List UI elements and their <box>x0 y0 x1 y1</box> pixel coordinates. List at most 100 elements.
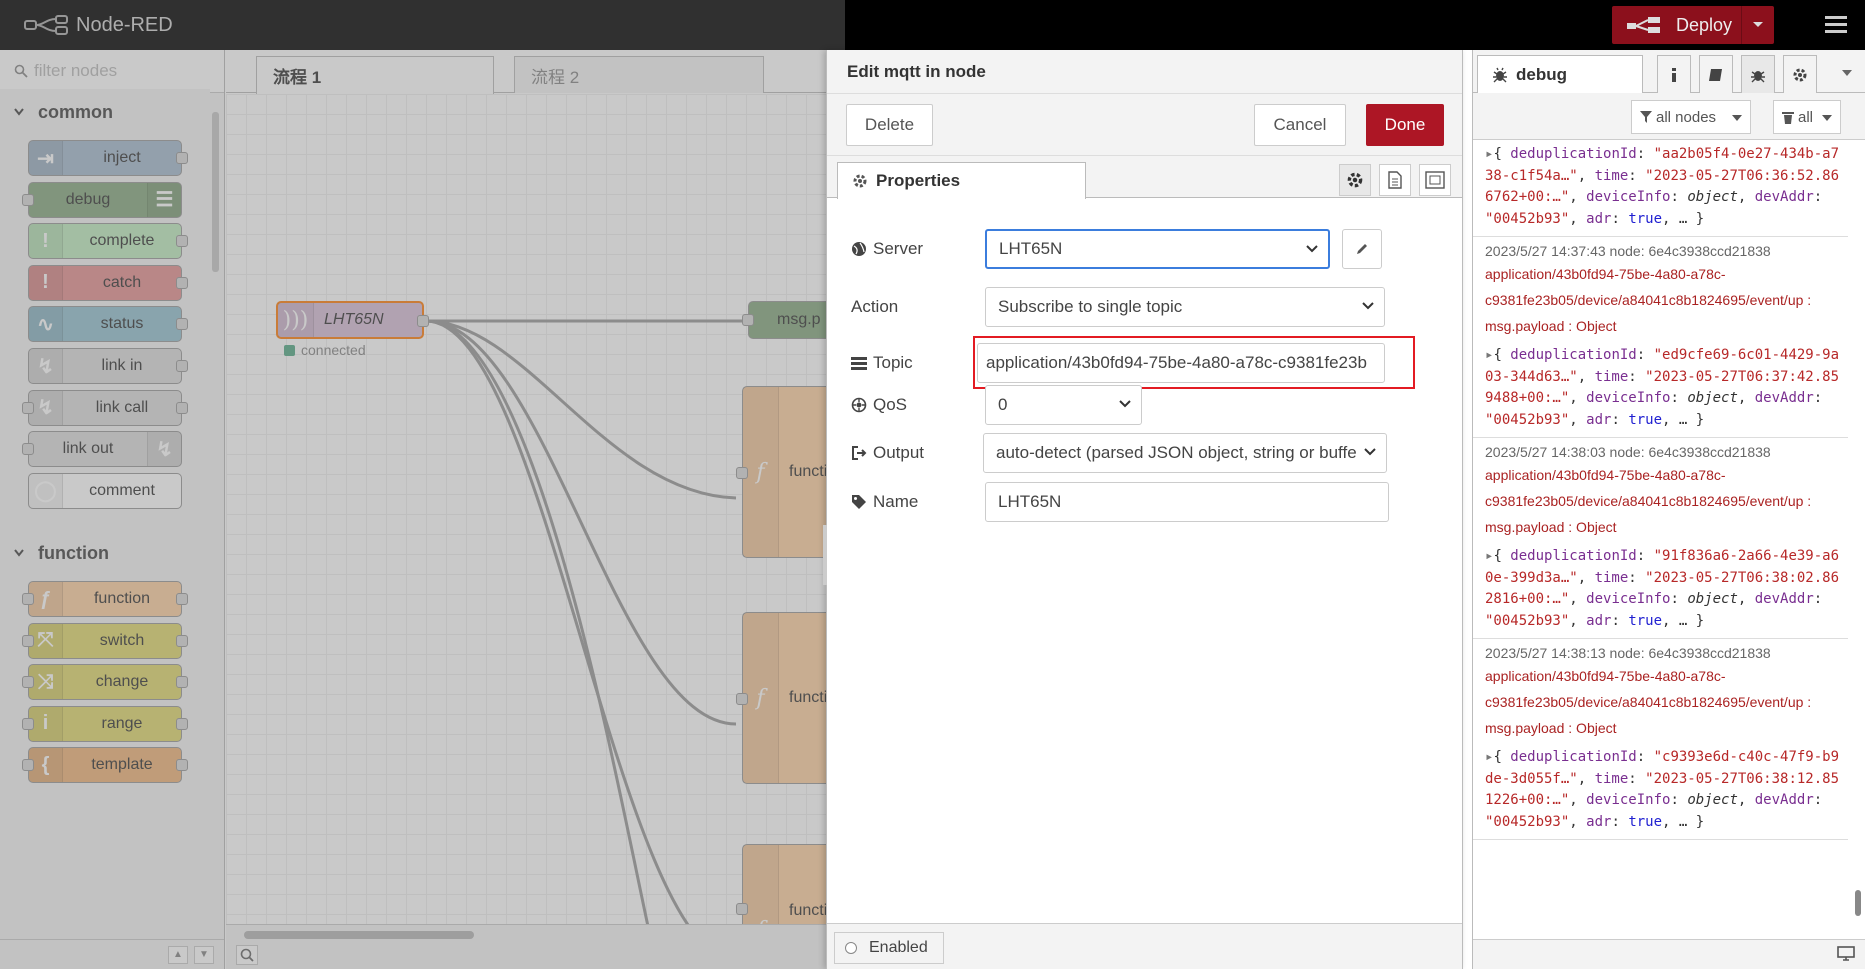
expand-caret-icon[interactable]: ▸ <box>1485 548 1493 564</box>
debug-message[interactable]: 2023/5/27 14:37:43 node: 6e4c3938ccd2183… <box>1473 237 1848 438</box>
done-button[interactable]: Done <box>1366 104 1444 146</box>
edit-server-button[interactable] <box>1342 229 1382 269</box>
payload-key: devAddr <box>1754 189 1814 205</box>
qos-value: 0 <box>998 395 1008 414</box>
server-row: Server LHT65N <box>851 228 1441 270</box>
tray-resize-handle[interactable] <box>823 525 827 585</box>
topic-label-text: Topic <box>873 353 913 372</box>
tab-debug-icon[interactable] <box>1741 55 1775 93</box>
debug-message-topic: application/43b0fd94-75be-4a80-a78c- <box>1485 668 1726 684</box>
debug-message[interactable]: ▸{ deduplicationId: "aa2b05f4-0e27-434b-… <box>1473 142 1848 237</box>
payload-key: deduplicationId <box>1510 146 1637 162</box>
tray-tabs: Properties <box>827 156 1462 199</box>
payload-value: "00452b93" <box>1485 411 1570 428</box>
modal-overlay <box>0 0 845 969</box>
payload-value: object <box>1687 591 1738 607</box>
gear-icon <box>853 174 867 188</box>
tab-appearance[interactable] <box>1419 164 1451 196</box>
action-row: Action Subscribe to single topic <box>851 286 1441 328</box>
debug-message-topic: msg.payload : Object <box>1485 720 1617 736</box>
payload-value: true <box>1628 813 1663 830</box>
debug-message-topic: application/43b0fd94-75be-4a80-a78c- <box>1485 467 1726 483</box>
server-label-text: Server <box>873 239 924 258</box>
appearance-icon <box>1425 171 1445 189</box>
payload-key: adr <box>1586 210 1612 227</box>
debug-message-topic: c9381fe23b05/device/a84041c8b1824695/eve… <box>1485 292 1812 308</box>
server-select[interactable]: LHT65N <box>985 229 1330 269</box>
tab-debug[interactable]: debug <box>1477 55 1643 94</box>
debug-message-topic: c9381fe23b05/device/a84041c8b1824695/eve… <box>1485 694 1812 710</box>
debug-message-topic: msg.payload : Object <box>1485 519 1617 535</box>
tasks-icon <box>851 357 867 370</box>
payload-key: deduplicationId <box>1510 749 1637 765</box>
payload-value: true <box>1628 210 1663 227</box>
expand-caret-icon[interactable]: ▸ <box>1485 749 1493 765</box>
debug-message-payload[interactable]: ▸{ deduplicationId: "ed9cfe69-6c01-4429-… <box>1473 339 1848 438</box>
toggle-circle-icon <box>845 942 857 954</box>
clear-label: all <box>1798 108 1814 126</box>
debug-message-payload[interactable]: ▸{ deduplicationId: "c9393e6d-c40c-47f9-… <box>1473 741 1848 840</box>
sidebar: debug all nodes all ▸{ deduplicationId: … <box>1472 50 1865 969</box>
chevron-down-icon <box>1306 245 1318 253</box>
tab-properties[interactable]: Properties <box>837 162 1086 199</box>
name-label: Name <box>851 492 985 512</box>
action-select[interactable]: Subscribe to single topic <box>985 287 1385 327</box>
output-row: Output auto-detect (parsed JSON object, … <box>851 432 1441 474</box>
payload-value: object <box>1687 792 1738 808</box>
topic-input[interactable]: application/43b0fd94-75be-4a80-a78c-c938… <box>977 343 1385 383</box>
caret-down-icon[interactable] <box>1841 68 1853 78</box>
qos-label-text: QoS <box>873 395 908 414</box>
payload-key: adr <box>1586 411 1612 428</box>
tab-help[interactable] <box>1699 55 1733 93</box>
scroll-thumb[interactable] <box>1855 890 1861 916</box>
tab-settings[interactable] <box>1339 164 1371 196</box>
enabled-toggle[interactable]: Enabled <box>834 932 944 964</box>
info-icon <box>1672 67 1676 82</box>
tab-info[interactable] <box>1657 55 1691 93</box>
desktop-icon[interactable] <box>1837 946 1855 962</box>
debug-message-payload[interactable]: ▸{ deduplicationId: "aa2b05f4-0e27-434b-… <box>1473 142 1848 237</box>
delete-button[interactable]: Delete <box>846 104 933 146</box>
payload-key: deviceInfo <box>1586 792 1671 808</box>
payload-key: deviceInfo <box>1586 591 1671 607</box>
tab-properties-label: Properties <box>876 171 961 190</box>
debug-message-topic: application/43b0fd94-75be-4a80-a78c- <box>1485 266 1726 282</box>
cancel-button[interactable]: Cancel <box>1254 104 1346 146</box>
edit-tray: Edit mqtt in node Delete Cancel Done Pro… <box>823 50 1463 969</box>
debug-message-topic: c9381fe23b05/device/a84041c8b1824695/eve… <box>1485 493 1812 509</box>
payload-key: time <box>1594 167 1629 184</box>
debug-message[interactable]: 2023/5/27 14:38:13 node: 6e4c3938ccd2183… <box>1473 639 1848 840</box>
debug-message-payload[interactable]: ▸{ deduplicationId: "91f836a6-2a66-4e39-… <box>1473 540 1848 639</box>
name-value: LHT65N <box>998 492 1062 511</box>
debug-message-meta: 2023/5/27 14:38:03 node: 6e4c3938ccd2183… <box>1485 444 1771 460</box>
debug-message[interactable]: 2023/5/27 14:38:03 node: 6e4c3938ccd2183… <box>1473 438 1848 639</box>
name-row: Name LHT65N <box>851 481 1441 523</box>
tab-config[interactable] <box>1783 55 1817 93</box>
payload-value: true <box>1628 411 1663 428</box>
menu-icon[interactable] <box>1825 14 1847 34</box>
caret-down-icon[interactable] <box>1752 16 1764 32</box>
tag-icon <box>852 495 866 509</box>
output-label: Output <box>851 443 985 463</box>
gear-icon <box>1793 68 1807 81</box>
deploy-button[interactable]: Deploy <box>1612 6 1774 44</box>
clear-all-button[interactable]: all <box>1773 100 1841 134</box>
filter-nodes-button[interactable]: all nodes <box>1631 100 1751 134</box>
server-value: LHT65N <box>999 239 1063 258</box>
chevron-down-icon <box>1364 448 1376 456</box>
action-label: Action <box>851 297 985 317</box>
debug-scrollbar[interactable] <box>1853 146 1863 934</box>
globe-icon <box>852 242 866 256</box>
expand-caret-icon[interactable]: ▸ <box>1485 347 1493 363</box>
payload-key: time <box>1594 569 1629 586</box>
enabled-label: Enabled <box>869 939 928 956</box>
name-input[interactable]: LHT65N <box>985 482 1389 522</box>
qos-select[interactable]: 0 <box>985 385 1142 425</box>
output-select[interactable]: auto-detect (parsed JSON object, string … <box>983 433 1387 473</box>
tab-description[interactable] <box>1379 164 1411 196</box>
payload-value: object <box>1687 189 1738 205</box>
debug-message-meta: 2023/5/27 14:38:13 node: 6e4c3938ccd2183… <box>1485 645 1771 661</box>
debug-message-list[interactable]: ▸{ deduplicationId: "aa2b05f4-0e27-434b-… <box>1473 142 1848 930</box>
caret-down-icon <box>1822 115 1832 121</box>
expand-caret-icon[interactable]: ▸ <box>1485 146 1493 162</box>
